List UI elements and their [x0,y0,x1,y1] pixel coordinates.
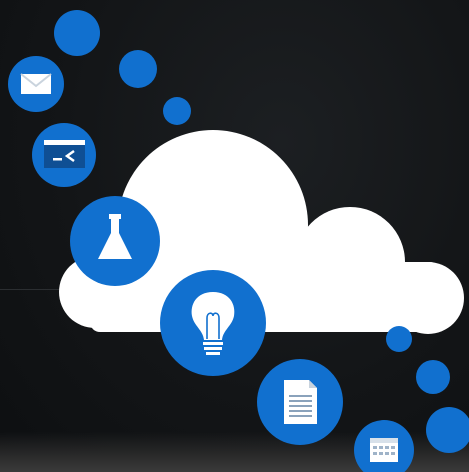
document-icon [284,380,317,424]
terminal-icon [44,140,85,168]
terminal-icon-circle [32,123,96,187]
cloud-computing-illustration [0,0,469,472]
illustration-canvas [8,10,469,472]
blue-dot [119,50,157,88]
blue-dot [163,97,191,125]
mail-icon-circle [8,56,64,112]
calendar-icon-circle [354,420,414,472]
lightbulb-icon-circle [160,270,266,376]
blue-dot [386,326,412,352]
document-icon-circle [257,359,343,445]
blue-dot [426,407,469,453]
blue-dot [416,360,450,394]
blue-dot [54,10,100,56]
mail-icon [20,73,52,94]
calendar-icon [370,438,398,462]
flask-icon-circle [70,196,160,286]
